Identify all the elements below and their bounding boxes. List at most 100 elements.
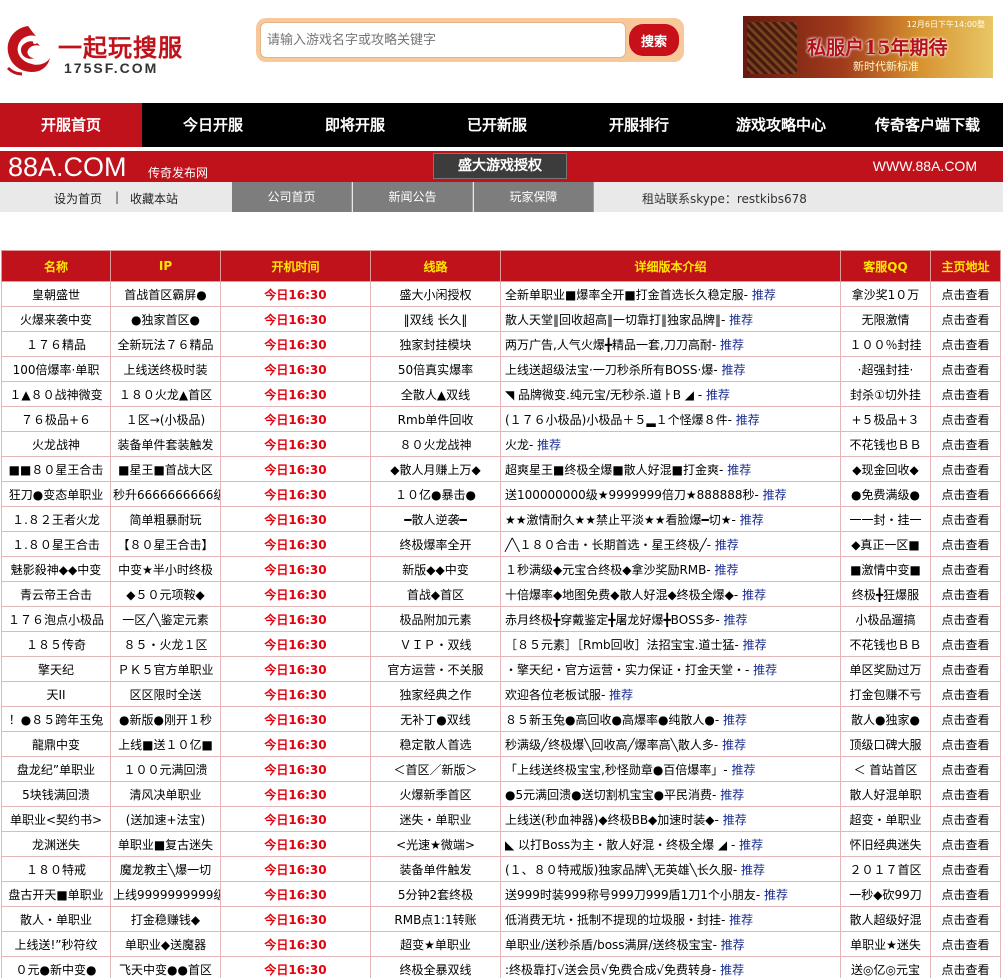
server-name[interactable]: 火爆来袭中变 [1,306,111,332]
server-name[interactable]: 龙渊迷失 [1,831,111,857]
server-homepage-link[interactable]: 点击查看 [930,506,1001,532]
server-homepage-link[interactable]: 点击查看 [930,931,1001,957]
server-name[interactable]: ７６极品+６ [1,406,111,432]
server-homepage-link[interactable]: 点击查看 [930,781,1001,807]
server-name[interactable]: 单职业<契约书> [1,806,111,832]
server-homepage-link[interactable]: 点击查看 [930,606,1001,632]
server-homepage-link[interactable]: 点击查看 [930,756,1001,782]
recommend-link[interactable]: 推荐 [722,363,746,377]
server-name[interactable]: ■■８０星王合击 [1,456,111,482]
server-homepage-link[interactable]: 点击查看 [930,806,1001,832]
nav-item-today[interactable]: 今日开服 [142,103,284,147]
server-name[interactable]: １.８０星王合击 [1,531,111,557]
server-homepage-link[interactable]: 点击查看 [930,331,1001,357]
server-name[interactable]: ！●８５跨年玉兔 [1,706,111,732]
recommend-link[interactable]: 推荐 [764,888,788,902]
server-name[interactable]: 盘古开天■单职业 [1,881,111,907]
server-name[interactable]: 火龙战神 [1,431,111,457]
server-homepage-link[interactable]: 点击查看 [930,306,1001,332]
recommend-link[interactable]: 推荐 [715,563,739,577]
partner-url[interactable]: WWW.88A.COM [873,158,977,174]
server-name[interactable]: 散人・单职业 [1,906,111,932]
server-homepage-link[interactable]: 点击查看 [930,906,1001,932]
recommend-link[interactable]: 推荐 [741,863,765,877]
nav-item-guides[interactable]: 游戏攻略中心 [710,103,852,147]
server-name[interactable]: 5块钱满回溃 [1,781,111,807]
server-name[interactable]: 盘龙纪”单职业 [1,756,111,782]
recommend-link[interactable]: 推荐 [729,913,753,927]
recommend-link[interactable]: 推荐 [736,413,760,427]
nav-item-upcoming[interactable]: 即将开服 [284,103,426,147]
server-homepage-link[interactable]: 点击查看 [930,531,1001,557]
recommend-link[interactable]: 推荐 [715,538,739,552]
recommend-link[interactable]: 推荐 [727,463,751,477]
recommend-link[interactable]: 推荐 [752,288,776,302]
recommend-link[interactable]: 推荐 [706,388,730,402]
server-homepage-link[interactable]: 点击查看 [930,406,1001,432]
tab-player-guarantee[interactable]: 玩家保障 [474,182,594,212]
recommend-link[interactable]: 推荐 [609,688,633,702]
tab-news[interactable]: 新闻公告 [353,182,473,212]
server-name[interactable]: １７６泡点小极品 [1,606,111,632]
server-homepage-link[interactable]: 点击查看 [930,681,1001,707]
ad-banner[interactable]: 12月6日下午14:00整 私服户15年期待 新时代新标准 [743,16,993,78]
recommend-link[interactable]: 推荐 [763,488,787,502]
nav-item-opened[interactable]: 已开新服 [426,103,568,147]
recommend-link[interactable]: 推荐 [743,638,767,652]
recommend-link[interactable]: 推荐 [753,663,777,677]
recommend-link[interactable]: 推荐 [724,613,748,627]
search-button[interactable]: 搜索 [629,24,679,56]
server-homepage-link[interactable]: 点击查看 [930,631,1001,657]
recommend-link[interactable]: 推荐 [721,938,745,952]
server-homepage-link[interactable]: 点击查看 [930,656,1001,682]
server-name[interactable]: １８５传奇 [1,631,111,657]
recommend-link[interactable]: 推荐 [729,313,753,327]
server-name[interactable]: 上线送!”秒符纹 [1,931,111,957]
server-homepage-link[interactable]: 点击查看 [930,431,1001,457]
partner-brand[interactable]: 88A.COM [8,152,127,183]
site-logo[interactable]: 一起玩搜服 175SF.COM [2,18,192,82]
recommend-link[interactable]: 推荐 [739,838,763,852]
server-name[interactable]: 擎天纪 [1,656,111,682]
server-homepage-link[interactable]: 点击查看 [930,556,1001,582]
server-homepage-link[interactable]: 点击查看 [930,956,1001,978]
recommend-link[interactable]: 推荐 [720,338,744,352]
server-name[interactable]: 100倍爆率·单职 [1,356,111,382]
server-homepage-link[interactable]: 点击查看 [930,481,1001,507]
recommend-link[interactable]: 推荐 [720,788,744,802]
server-name[interactable]: 青云帝王合击 [1,581,111,607]
server-name[interactable]: １▲８０战神微变 [1,381,111,407]
tab-company-home[interactable]: 公司首页 [232,182,352,212]
server-homepage-link[interactable]: 点击查看 [930,456,1001,482]
nav-item-home[interactable]: 开服首页 [0,103,142,147]
server-name[interactable]: ０元●新中变● [1,956,111,978]
server-homepage-link[interactable]: 点击查看 [930,731,1001,757]
nav-item-ranking[interactable]: 开服排行 [568,103,710,147]
server-homepage-link[interactable]: 点击查看 [930,381,1001,407]
server-homepage-link[interactable]: 点击查看 [930,356,1001,382]
recommend-link[interactable]: 推荐 [537,438,561,452]
nav-item-client-download[interactable]: 传奇客户端下载 [852,103,1003,147]
server-homepage-link[interactable]: 点击查看 [930,281,1001,307]
server-homepage-link[interactable]: 点击查看 [930,581,1001,607]
server-homepage-link[interactable]: 点击查看 [930,706,1001,732]
server-name[interactable]: １８０特戒 [1,856,111,882]
server-name[interactable]: １７６精品 [1,331,111,357]
set-homepage-link[interactable]: 设为首页 [54,190,102,207]
recommend-link[interactable]: 推荐 [742,588,766,602]
search-input[interactable] [260,22,626,58]
server-name[interactable]: 狂刀●变态单职业 [1,481,111,507]
server-homepage-link[interactable]: 点击查看 [930,831,1001,857]
server-name[interactable]: 皇朝盛世 [1,281,111,307]
recommend-link[interactable]: 推荐 [723,813,747,827]
server-name[interactable]: 天II [1,681,111,707]
recommend-link[interactable]: 推荐 [731,763,755,777]
server-homepage-link[interactable]: 点击查看 [930,881,1001,907]
server-name[interactable]: 龍鼎中变 [1,731,111,757]
recommend-link[interactable]: 推荐 [722,738,746,752]
server-name[interactable]: １.８２王者火龙 [1,506,111,532]
recommend-link[interactable]: 推荐 [720,963,744,977]
bookmark-link[interactable]: 收藏本站 [130,190,178,207]
recommend-link[interactable]: 推荐 [740,513,764,527]
recommend-link[interactable]: 推荐 [723,713,747,727]
